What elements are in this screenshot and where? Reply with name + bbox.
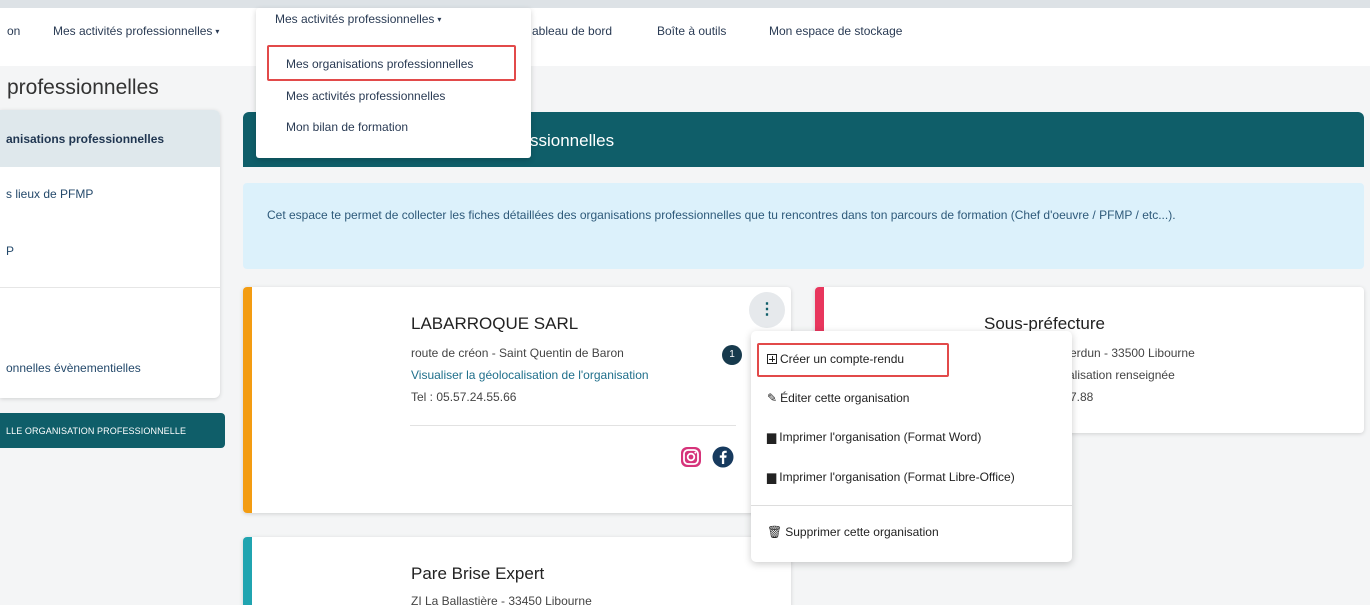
card-address: route de créon - Saint Quentin de Baron bbox=[411, 346, 624, 360]
nav-item-stockage[interactable]: Mon espace de stockage bbox=[769, 24, 902, 38]
highlight-box bbox=[757, 343, 949, 377]
card-divider bbox=[410, 425, 736, 426]
highlight-box bbox=[267, 45, 516, 81]
trash-icon: 🗑 bbox=[767, 525, 783, 539]
activites-dropdown-menu bbox=[256, 8, 531, 158]
card-phone: Tel : 05.57.24.55.66 bbox=[411, 390, 517, 404]
chevron-down-icon: ▾ bbox=[215, 27, 220, 36]
nav-item-activites[interactable]: Mes activités professionnelles ▾ bbox=[53, 24, 219, 38]
card-accent-bar bbox=[243, 287, 252, 513]
new-organisation-button[interactable]: LLE ORGANISATION PROFESSIONNELLE bbox=[0, 413, 225, 448]
print-libreoffice-label: Imprimer l'organisation (Format Libre-Of… bbox=[779, 470, 1015, 484]
card-phone: 7.88 bbox=[1070, 390, 1094, 404]
sidebar-item-p[interactable]: P bbox=[6, 244, 220, 258]
file-icon: ▆ bbox=[767, 470, 777, 484]
instagram-icon[interactable] bbox=[680, 446, 702, 468]
menu-divider bbox=[751, 505, 1072, 506]
delete-organisation-label: Supprimer cette organisation bbox=[785, 525, 939, 539]
sidebar-item-lieux-pfmp[interactable]: s lieux de PFMP bbox=[6, 187, 220, 201]
info-message: Cet espace te permet de collecter les fi… bbox=[243, 183, 1364, 269]
count-badge: 1 bbox=[722, 345, 742, 365]
nav-item-truncated[interactable]: on bbox=[7, 24, 20, 38]
card-geolocation: alisation renseignée bbox=[1068, 368, 1175, 382]
sidebar-item-evenementielles[interactable]: onnelles évènementielles bbox=[6, 361, 220, 375]
card-title: Pare Brise Expert bbox=[411, 564, 545, 583]
card-accent-bar bbox=[243, 537, 252, 605]
print-word-item[interactable]: ▆ Imprimer l'organisation (Format Word) bbox=[767, 430, 981, 444]
dropdown-header[interactable]: Mes activités professionnelles ▾ bbox=[275, 12, 441, 26]
nav-item-activites-label: Mes activités professionnelles bbox=[53, 24, 213, 38]
file-icon: ▆ bbox=[767, 430, 777, 444]
top-strip bbox=[0, 0, 1370, 8]
card-address: erdun - 33500 Libourne bbox=[1070, 346, 1195, 360]
card-address: ZI La Ballastière - 33450 Libourne bbox=[411, 594, 592, 605]
card-title: LABARROQUE SARL bbox=[411, 314, 579, 333]
dropdown-header-label: Mes activités professionnelles bbox=[275, 12, 435, 26]
sidebar-item-organisations[interactable]: anisations professionnelles bbox=[0, 110, 220, 167]
chevron-down-icon: ▾ bbox=[437, 15, 442, 24]
edit-organisation-label: Éditer cette organisation bbox=[780, 391, 910, 405]
delete-organisation-item[interactable]: 🗑 Supprimer cette organisation bbox=[767, 525, 939, 539]
menu-item-bilan[interactable]: Mon bilan de formation bbox=[286, 120, 408, 134]
sidebar-divider bbox=[0, 287, 220, 288]
facebook-icon[interactable] bbox=[712, 446, 734, 468]
more-options-button[interactable]: ⋮ bbox=[749, 292, 785, 328]
banner-title: ssionnelles bbox=[530, 131, 615, 150]
nav-item-boite-a-outils[interactable]: Boîte à outils bbox=[657, 24, 726, 38]
print-libreoffice-item[interactable]: ▆ Imprimer l'organisation (Format Libre-O… bbox=[767, 470, 1015, 484]
geolocation-link[interactable]: Visualiser la géolocalisation de l'organ… bbox=[411, 368, 649, 382]
menu-item-activites[interactable]: Mes activités professionnelles bbox=[286, 89, 445, 103]
pencil-icon: ✎ bbox=[767, 391, 778, 405]
page-title: professionnelles bbox=[7, 76, 159, 99]
print-word-label: Imprimer l'organisation (Format Word) bbox=[779, 430, 982, 444]
edit-organisation-item[interactable]: ✎ Éditer cette organisation bbox=[767, 391, 909, 405]
sidebar: anisations professionnelles s lieux de P… bbox=[0, 110, 220, 398]
nav-item-tableau-de-bord[interactable]: ableau de bord bbox=[532, 24, 612, 38]
